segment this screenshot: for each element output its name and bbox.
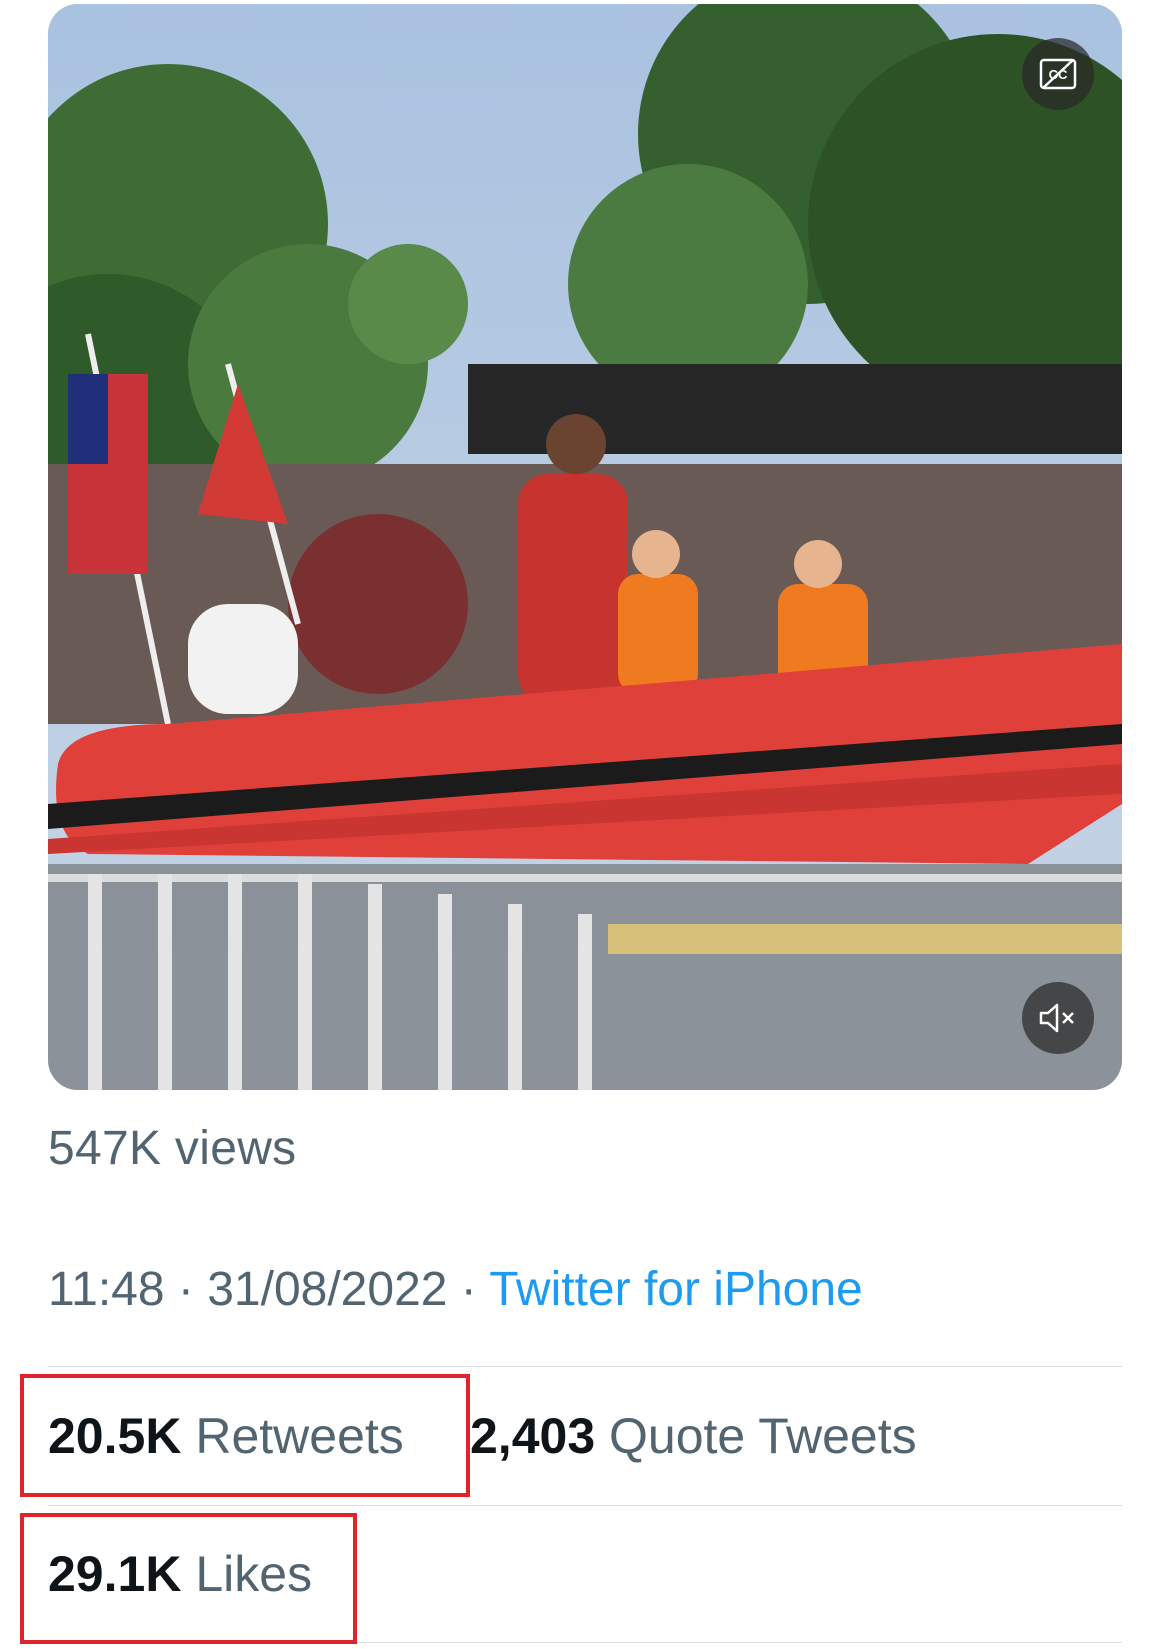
closed-captions-button[interactable]: CC: [1022, 38, 1094, 110]
tweet-date[interactable]: 31/08/2022: [207, 1263, 447, 1316]
view-count: 547K views: [48, 1122, 297, 1175]
volume-muted-icon: [1039, 1003, 1074, 1033]
likes-highlight-box: [20, 1513, 357, 1644]
tweet-metadata: 11:48 · 31/08/2022 · Twitter for iPhone: [48, 1262, 863, 1317]
tweet-source-link[interactable]: Twitter for iPhone: [489, 1263, 863, 1316]
divider: [48, 1366, 1122, 1367]
tweet-video[interactable]: CC: [48, 4, 1122, 1090]
separator: ·: [447, 1263, 490, 1316]
quote-tweets-count: 2,403: [470, 1408, 596, 1464]
closed-captions-icon: CC: [1039, 58, 1077, 90]
mute-toggle-button[interactable]: [1022, 982, 1094, 1054]
quote-tweets-label: Quote Tweets: [609, 1408, 917, 1464]
separator: ·: [164, 1263, 208, 1316]
retweets-highlight-box: [20, 1374, 470, 1497]
tweet-time[interactable]: 11:48: [48, 1263, 165, 1316]
quote-tweets-stat[interactable]: 2,403 Quote Tweets: [470, 1407, 917, 1465]
video-frame: [48, 4, 1122, 1090]
divider: [48, 1505, 1122, 1506]
